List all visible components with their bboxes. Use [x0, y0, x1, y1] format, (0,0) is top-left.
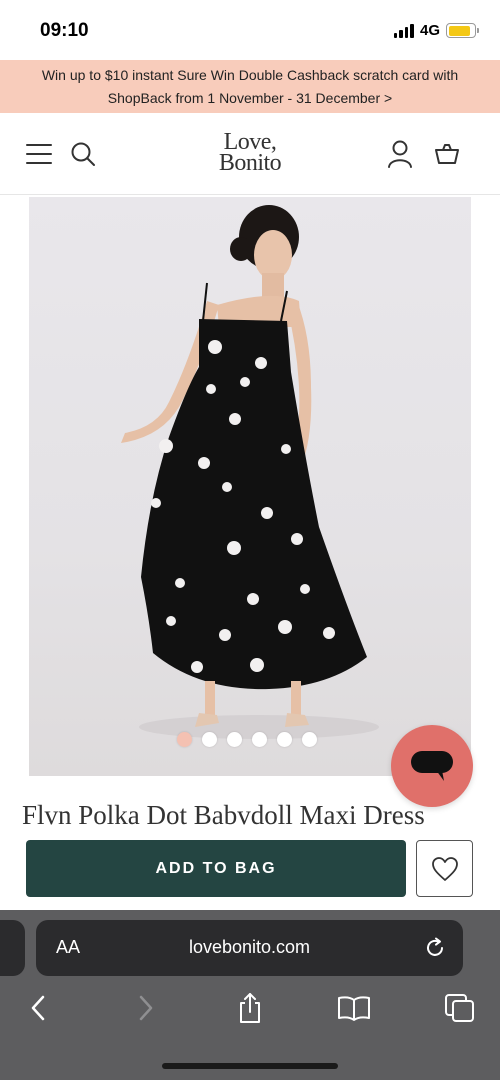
model-in-polka-dot-dress — [121, 205, 379, 739]
promo-text[interactable]: Win up to $10 instant Sure Win Double Ca… — [12, 64, 488, 110]
battery-icon — [446, 23, 479, 38]
pager-dot[interactable] — [227, 732, 242, 747]
wishlist-button[interactable] — [416, 840, 473, 897]
forward-icon[interactable] — [126, 990, 166, 1026]
image-pager — [177, 732, 317, 747]
promo-banner[interactable]: Win up to $10 instant Sure Win Double Ca… — [0, 60, 500, 113]
status-bar: 09:10 4G — [0, 0, 500, 60]
pager-dot[interactable] — [177, 732, 192, 747]
logo-line2: Bonito — [218, 150, 282, 176]
pager-dot[interactable] — [202, 732, 217, 747]
menu-icon[interactable] — [22, 137, 56, 171]
address-bar[interactable]: AA lovebonito.com — [36, 920, 463, 976]
previous-tab-preview[interactable] — [0, 920, 25, 976]
back-icon[interactable] — [18, 990, 58, 1026]
bookmarks-icon[interactable] — [334, 990, 374, 1026]
pager-dot[interactable] — [252, 732, 267, 747]
status-time: 09:10 — [40, 20, 89, 41]
search-icon[interactable] — [66, 137, 100, 171]
chat-button[interactable] — [391, 725, 473, 807]
brand-logo[interactable]: Love, Bonito — [200, 130, 300, 176]
url-text[interactable]: lovebonito.com — [36, 937, 463, 958]
account-icon[interactable] — [383, 137, 417, 171]
pager-dot[interactable] — [302, 732, 317, 747]
pager-dot[interactable] — [277, 732, 292, 747]
home-indicator[interactable] — [162, 1063, 338, 1069]
add-to-bag-button[interactable]: ADD TO BAG — [26, 840, 406, 897]
status-indicators: 4G — [393, 22, 479, 39]
chat-bubble-icon — [411, 751, 453, 781]
signal-icon — [393, 23, 414, 38]
product-image[interactable] — [29, 197, 471, 776]
bag-icon[interactable] — [430, 137, 464, 171]
reload-icon[interactable] — [421, 934, 449, 962]
share-icon[interactable] — [230, 990, 270, 1026]
network-label: 4G — [419, 22, 440, 39]
product-title: Flvn Polka Dot Babvdoll Maxi Dress — [22, 800, 425, 830]
site-header: Love, Bonito — [0, 113, 500, 195]
browser-chrome: AA lovebonito.com — [0, 910, 500, 1080]
heart-icon — [431, 856, 458, 881]
tabs-icon[interactable] — [440, 990, 480, 1026]
